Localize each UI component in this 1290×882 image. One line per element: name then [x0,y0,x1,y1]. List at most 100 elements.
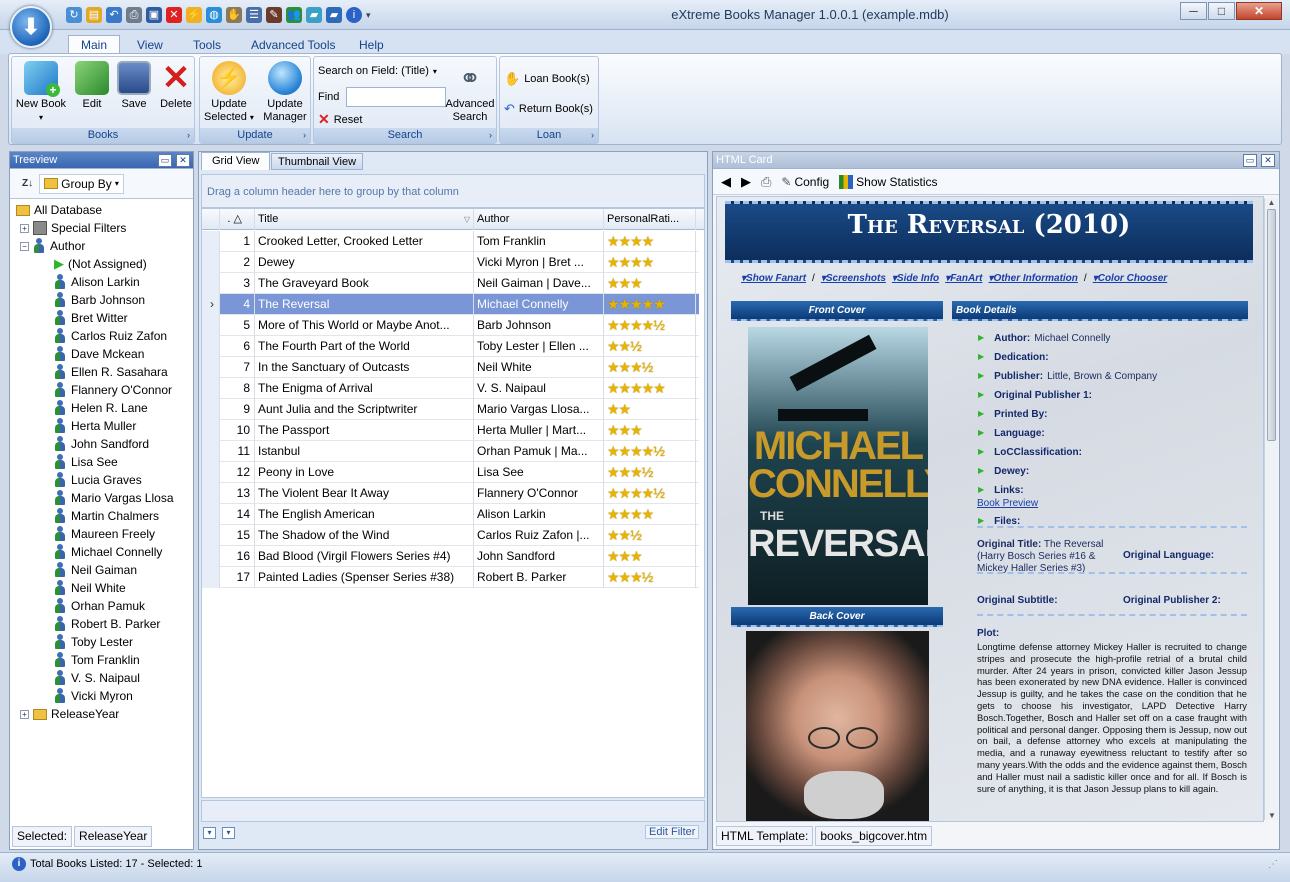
tree-node-author-item[interactable]: Neil Gaiman [54,561,137,579]
tree-node-not-assigned[interactable]: ▶ (Not Assigned) [54,255,147,273]
expand-icon[interactable]: + [20,709,29,719]
table-row[interactable]: 7 In the Sanctuary of Outcasts Neil White ★… [202,357,699,378]
close-pane-icon[interactable]: ✕ [1261,154,1275,167]
loan-books-button[interactable]: ✋ Loan Book(s) [504,71,590,87]
resize-grip-icon[interactable]: ⋰ [1268,859,1278,870]
forward-arrow-icon[interactable]: ▶ [741,174,751,190]
tab-grid-view[interactable]: Grid View [201,152,271,170]
reset-button[interactable]: ✕ Reset [318,111,362,128]
tree-node-author-item[interactable]: Carlos Ruiz Zafon [54,327,167,345]
tree-node-author-item[interactable]: Alison Larkin [54,273,140,291]
tree-node-author-item[interactable]: Robert B. Parker [54,615,160,633]
advanced-search-button[interactable]: ⚭ Advanced Search [442,61,498,124]
save-button[interactable]: Save [114,61,154,111]
tab-thumbnail-view[interactable]: Thumbnail View [271,153,364,170]
tree-node-author-item[interactable]: Michael Connelly [54,543,162,561]
show-fanart-link[interactable]: ▾Show Fanart [741,273,806,284]
card-scrollbar[interactable]: ▲ ▼ [1264,198,1278,820]
table-row[interactable]: 11 Istanbul Orhan Pamuk | Ma... ★★★★½ [202,441,699,462]
side-info-link[interactable]: ▾Side Info [892,273,939,284]
tab-help[interactable]: Help [346,35,397,55]
tab-advanced-tools[interactable]: Advanced Tools [238,35,349,55]
scroll-thumb[interactable] [1267,209,1276,441]
scroll-up-icon[interactable]: ▲ [1265,198,1278,207]
screenshots-link[interactable]: ▾Screenshots [821,273,886,284]
filter-dropdown-icon[interactable]: ▾ [203,827,216,839]
customize-icon[interactable]: ▾ [222,827,235,839]
table-row[interactable]: 17 Painted Ladies (Spenser Series #38) Rob… [202,567,699,588]
tree-node-all-database[interactable]: All Database [16,201,102,219]
table-row[interactable]: 16 Bad Blood (Virgil Flowers Series #4) Jo… [202,546,699,567]
expand-icon[interactable]: + [20,223,29,233]
html-template-value[interactable]: books_bigcover.htm [815,826,933,846]
pin-icon[interactable]: ▭ [158,154,172,167]
group-by-dropdown[interactable]: Group By ▾ [39,173,124,194]
edit-button[interactable]: Edit [72,61,112,111]
tab-main[interactable]: Main [68,35,121,55]
book-preview-link[interactable]: Book Preview [977,498,1038,509]
tree-node-author[interactable]: − Author [20,237,85,255]
table-row[interactable]: 13 The Violent Bear It Away Flannery O'Con… [202,483,699,504]
pin-icon[interactable]: ▭ [1243,154,1257,167]
tree-node-author-item[interactable]: Herta Muller [54,417,136,435]
tree-node-author-item[interactable]: Martin Chalmers [54,507,159,525]
table-row[interactable]: 5 More of This World or Maybe Anot... Barb… [202,315,699,336]
scroll-down-icon[interactable]: ▼ [1265,811,1279,820]
tree-node-author-item[interactable]: Tom Franklin [54,651,140,669]
update-selected-button[interactable]: ⚡ Update Selected ▾ [202,61,256,124]
print-icon[interactable]: ⎙ [761,174,771,190]
application-menu-button[interactable]: ⬇ [10,6,52,48]
tree-node-author-item[interactable]: Toby Lester [54,633,133,651]
table-row[interactable]: 14 The English American Alison Larkin ★★★★ [202,504,699,525]
column-title[interactable]: Title ▽ [255,209,474,230]
column-author[interactable]: Author [474,209,604,230]
minimize-button[interactable]: ─ [1180,2,1207,20]
group-panel[interactable]: Drag a column header here to group by th… [201,174,705,208]
tree-node-author-item[interactable]: John Sandford [54,435,149,453]
table-row[interactable]: 2 Dewey Vicki Myron | Bret ... ★★★★ [202,252,699,273]
return-books-button[interactable]: ↶ Return Book(s) [504,101,593,117]
table-row[interactable]: 10 The Passport Herta Muller | Mart... ★★★ [202,420,699,441]
table-row[interactable]: 8 The Enigma of Arrival V. S. Naipaul ★★★★★ [202,378,699,399]
tree-node-author-item[interactable]: Maureen Freely [54,525,155,543]
tree-node-author-item[interactable]: Dave Mckean [54,345,144,363]
tree-node-author-item[interactable]: Lucia Graves [54,471,142,489]
color-chooser-link[interactable]: ▾Color Chooser [1093,273,1167,284]
tree-node-author-item[interactable]: Orhan Pamuk [54,597,145,615]
tab-tools[interactable]: Tools [180,35,234,55]
show-statistics-button[interactable]: Show Statistics [839,174,938,189]
tree-node-author-item[interactable]: Helen R. Lane [54,399,148,417]
find-input[interactable] [346,87,447,107]
close-pane-icon[interactable]: ✕ [176,154,190,167]
config-button[interactable]: ✎ Config [781,175,829,189]
table-row[interactable]: 12 Peony in Love Lisa See ★★★½ [202,462,699,483]
search-field-selector[interactable]: Search on Field: (Title) ▾ [318,65,437,77]
tree-node-author-item[interactable]: Vicki Myron [54,687,133,705]
collapse-icon[interactable]: − [20,241,29,251]
table-row[interactable]: 3 The Graveyard Book Neil Gaiman | Dave...… [202,273,699,294]
tree-node-author-item[interactable]: Bret Witter [54,309,128,327]
table-row[interactable]: 6 The Fourth Part of the World Toby Lester… [202,336,699,357]
close-button[interactable]: ✕ [1236,2,1282,20]
table-row[interactable]: 1 Crooked Letter, Crooked Letter Tom Frank… [202,231,699,252]
tree-node-author-item[interactable]: V. S. Naipaul [54,669,140,687]
tree-node-author-item[interactable]: Ellen R. Sasahara [54,363,168,381]
tree-node-release-year[interactable]: + ReleaseYear [20,705,119,723]
filter-funnel-icon[interactable]: ▽ [464,209,470,230]
new-book-button[interactable]: + New Book ▾ [14,61,68,124]
table-row[interactable]: › 4 The Reversal Michael Connelly ★★★★★ [202,294,699,315]
delete-button[interactable]: ✕ Delete [156,61,196,111]
table-row[interactable]: 15 The Shadow of the Wind Carlos Ruiz Zafo… [202,525,699,546]
edit-filter-button[interactable]: Edit Filter [645,825,700,839]
maximize-button[interactable]: □ [1208,2,1235,20]
table-row[interactable]: 9 Aunt Julia and the Scriptwriter Mario Va… [202,399,699,420]
tree-node-author-item[interactable]: Mario Vargas Llosa [54,489,174,507]
sort-az-icon[interactable]: Z↓ [22,178,33,189]
tree-node-author-item[interactable]: Barb Johnson [54,291,145,309]
column-personal-rating[interactable]: PersonalRati... [604,209,696,230]
tab-view[interactable]: View [124,35,176,55]
tree-node-author-item[interactable]: Lisa See [54,453,118,471]
tree-node-special-filters[interactable]: + Special Filters [20,219,126,237]
tree-node-author-item[interactable]: Neil White [54,579,126,597]
other-information-link[interactable]: ▾Other Information [988,273,1077,284]
